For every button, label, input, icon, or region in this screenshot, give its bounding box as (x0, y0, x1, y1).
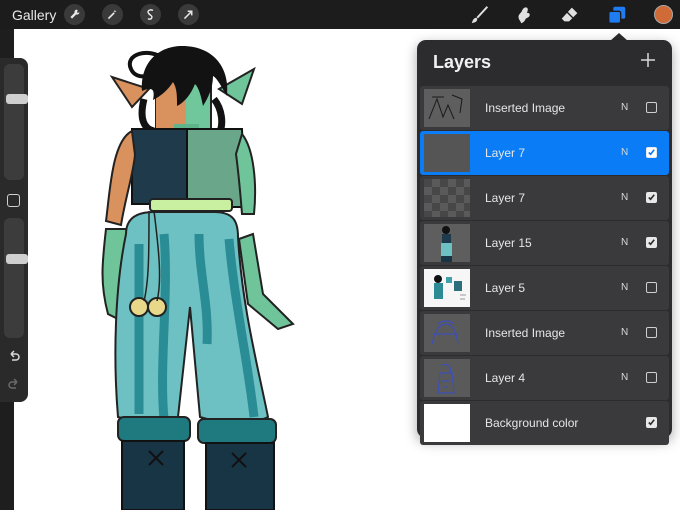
layer-thumbnail[interactable] (424, 224, 470, 262)
blend-mode-button[interactable]: N (621, 237, 628, 248)
layer-thumbnail[interactable] (424, 89, 470, 127)
brush-size-thumb[interactable] (6, 93, 28, 104)
layer-thumbnail[interactable] (424, 134, 470, 172)
layer-thumbnail[interactable] (424, 314, 470, 352)
layer-visibility-checkbox[interactable] (646, 147, 657, 158)
layer-name: Layer 15 (485, 236, 532, 250)
selection-button[interactable] (140, 4, 161, 25)
layer-name: Layer 7 (485, 191, 526, 205)
top-toolbar: Gallery (0, 0, 680, 29)
layer-row[interactable]: Layer 15 N (420, 221, 669, 265)
layer-thumbnail[interactable] (424, 179, 470, 217)
opacity-slider[interactable] (4, 218, 28, 338)
layer-name: Layer 4 (485, 371, 526, 385)
layer-row[interactable]: Layer 5 N (420, 266, 669, 310)
smudge-tool[interactable] (512, 3, 536, 27)
adjustments-button[interactable] (102, 4, 123, 25)
layer-visibility-checkbox[interactable] (646, 282, 657, 293)
color-picker-swatch[interactable] (654, 5, 673, 24)
layer-visibility-checkbox[interactable] (646, 192, 657, 203)
layers-panel: Layers Inserted Image N Layer 7 N Layer 7 N La… (417, 40, 672, 445)
gallery-button[interactable]: Gallery (12, 7, 56, 23)
brush-icon (471, 6, 489, 24)
layer-name: Inserted Image (485, 101, 566, 115)
layer-thumbnail[interactable] (424, 269, 470, 307)
layer-visibility-checkbox[interactable] (646, 372, 657, 383)
layer-name: Layer 7 (485, 146, 526, 160)
layer-visibility-checkbox[interactable] (646, 102, 657, 113)
layer-name: Inserted Image (485, 326, 566, 340)
layers-panel-title: Layers (433, 52, 492, 72)
layer-name: Layer 5 (485, 281, 526, 295)
add-layer-icon[interactable] (640, 52, 656, 68)
wrench-icon (70, 9, 80, 19)
blend-mode-button[interactable]: N (621, 192, 628, 203)
brush-size-slider[interactable] (4, 64, 28, 180)
blend-mode-button[interactable]: N (621, 282, 628, 293)
layers-tool[interactable] (605, 3, 629, 27)
opacity-thumb[interactable] (6, 254, 28, 265)
checkmark-icon (648, 194, 655, 201)
redo-button[interactable] (7, 378, 21, 392)
checkmark-icon (648, 239, 655, 246)
layer-row[interactable]: Background color (420, 401, 669, 445)
layer-row[interactable]: Inserted Image N (420, 86, 669, 130)
redo-icon (8, 378, 18, 389)
smudge-icon (518, 7, 530, 24)
eraser-tool[interactable] (558, 3, 582, 27)
actions-button[interactable] (64, 4, 85, 25)
layer-thumbnail[interactable] (424, 359, 470, 397)
undo-button[interactable] (7, 350, 21, 364)
layer-visibility-checkbox[interactable] (646, 417, 657, 428)
blend-mode-button[interactable]: N (621, 327, 628, 338)
checkmark-icon (648, 419, 655, 426)
blend-mode-button[interactable]: N (621, 102, 628, 113)
layer-visibility-checkbox[interactable] (646, 237, 657, 248)
layer-row[interactable]: Layer 4 N (420, 356, 669, 400)
magic-wand-icon (107, 9, 117, 20)
layer-row[interactable]: Layer 7 N (420, 176, 669, 220)
selection-icon (147, 9, 154, 20)
layers-icon (608, 6, 626, 24)
layer-row[interactable]: Layer 7 N (420, 131, 669, 175)
layer-visibility-checkbox[interactable] (646, 327, 657, 338)
side-control-bar (0, 58, 28, 402)
brush-tool[interactable] (468, 3, 492, 27)
transform-button[interactable] (178, 4, 199, 25)
layer-thumbnail[interactable] (424, 404, 470, 442)
blend-mode-button[interactable]: N (621, 372, 628, 383)
layer-row[interactable]: Inserted Image N (420, 311, 669, 355)
undo-icon (10, 350, 20, 361)
transform-arrow-icon (183, 10, 193, 20)
modify-button[interactable] (7, 194, 20, 207)
blend-mode-button[interactable]: N (621, 147, 628, 158)
layer-name: Background color (485, 416, 579, 430)
eraser-icon (561, 7, 578, 22)
checkmark-icon (648, 149, 655, 156)
